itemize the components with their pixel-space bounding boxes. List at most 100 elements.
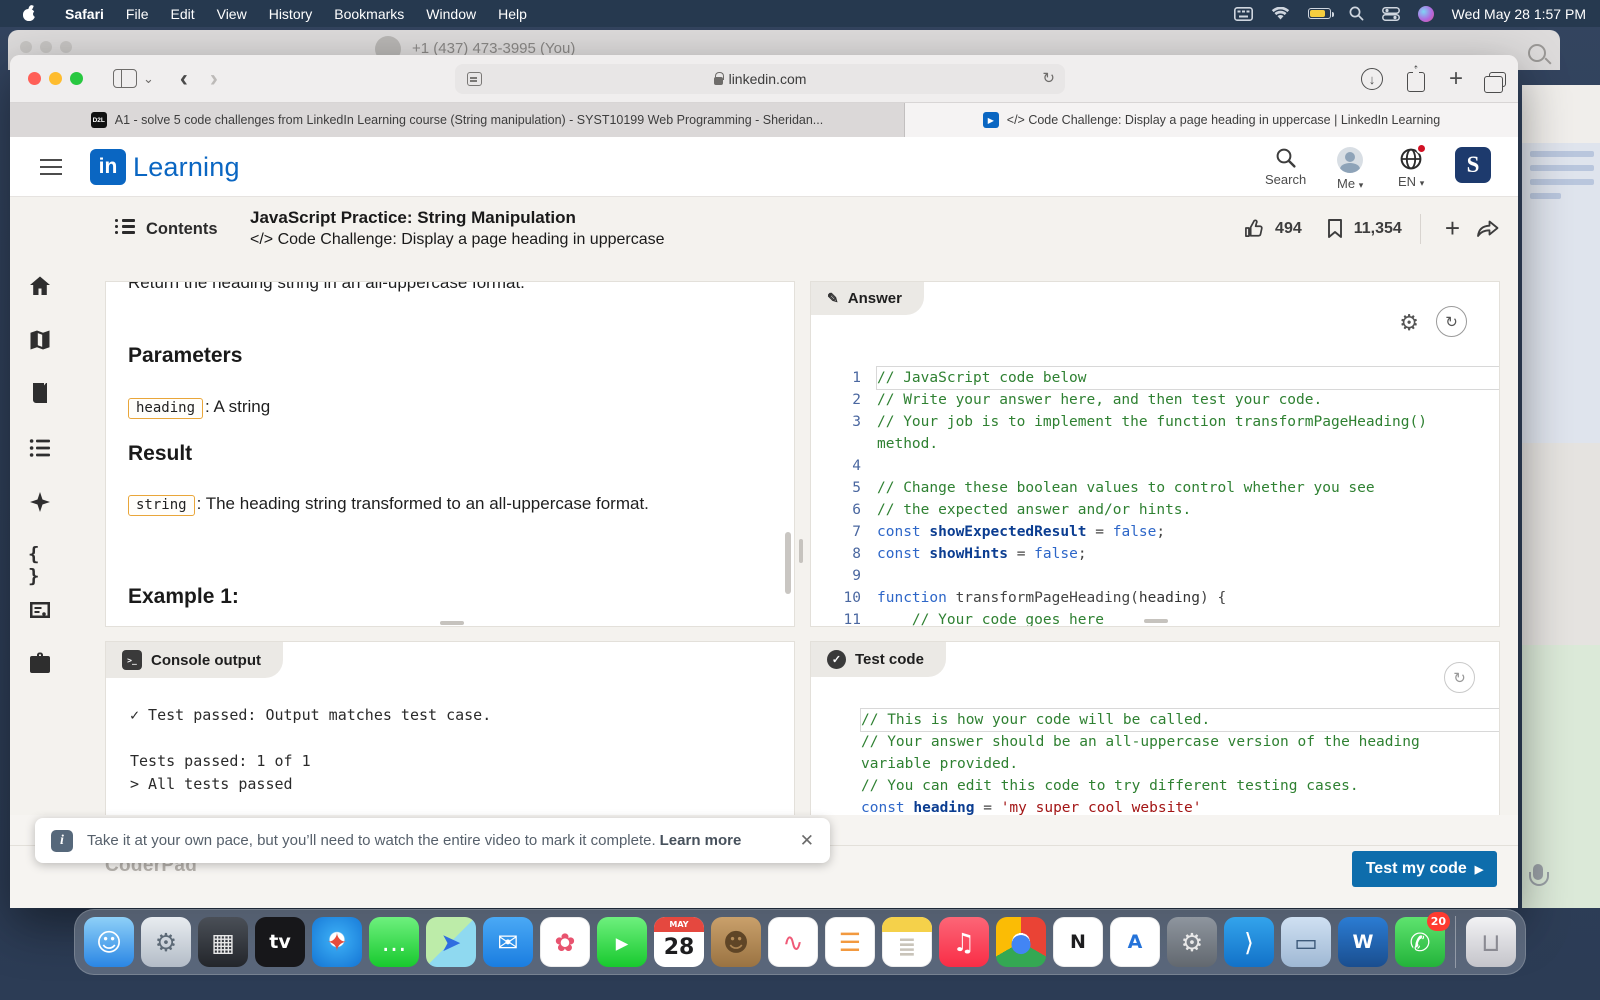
challenge-description-panel[interactable]: Return the heading string in an all-uppe…: [105, 281, 795, 627]
wifi-icon[interactable]: [1271, 7, 1290, 21]
close-icon[interactable]: ✕: [800, 831, 814, 851]
dock-icon-utility-app[interactable]: ⚙: [141, 917, 191, 967]
code-line: 11 // Your code goes here: [811, 609, 1499, 627]
result-heading: Result: [128, 442, 192, 466]
dock-icon-screen-share[interactable]: ▭: [1281, 917, 1331, 967]
menu-item-view[interactable]: View: [206, 6, 258, 22]
sparkle-icon[interactable]: [28, 490, 52, 514]
test-code-panel[interactable]: ✓ Test code ↻ // This is how your code w…: [810, 641, 1500, 815]
test-code-editor[interactable]: // This is how your code will be called.…: [811, 709, 1499, 815]
menu-item-safari[interactable]: Safari: [54, 6, 115, 22]
list-icon[interactable]: [28, 436, 52, 460]
dock-icon-mail[interactable]: ✉: [483, 917, 533, 967]
spotlight-icon[interactable]: [1349, 6, 1364, 21]
answer-editor-panel[interactable]: ✎ Answer ⚙ ↻ 1// JavaScript code below2/…: [810, 281, 1500, 627]
dock-icon-finder[interactable]: ☺: [84, 917, 134, 967]
dock-icon-apple-tv[interactable]: tv: [255, 917, 305, 967]
page-settings-icon[interactable]: [467, 72, 482, 86]
dock-icon-photos[interactable]: ✿: [540, 917, 590, 967]
share-button[interactable]: [1407, 72, 1425, 92]
code-braces-icon[interactable]: { }: [28, 543, 52, 567]
back-button[interactable]: ‹: [180, 67, 188, 91]
close-window-button[interactable]: [28, 72, 41, 85]
header-me-menu[interactable]: Me ▾: [1337, 147, 1363, 191]
dock-icon-whatsapp[interactable]: ✆20: [1395, 917, 1445, 967]
map-icon[interactable]: [28, 328, 52, 352]
panel-resize-grip[interactable]: [1144, 619, 1168, 623]
dock-icon-facetime[interactable]: ▸: [597, 917, 647, 967]
header-search[interactable]: Search: [1265, 147, 1306, 187]
briefcase-icon[interactable]: [28, 651, 52, 675]
input-source-icon[interactable]: [1234, 7, 1253, 21]
dock-icon-freeform[interactable]: ∿: [768, 917, 818, 967]
sidebar-chevron-icon[interactable]: ⌄: [143, 71, 154, 87]
dock-icon-contacts[interactable]: ☻: [711, 917, 761, 967]
scrollbar-thumb[interactable]: [785, 532, 791, 594]
dock-icon-safari[interactable]: ✦: [312, 917, 362, 967]
menu-item-edit[interactable]: Edit: [159, 6, 205, 22]
control-center-icon[interactable]: [1382, 7, 1400, 21]
dock-icon-reminders[interactable]: ☰: [825, 917, 875, 967]
settings-gear-icon[interactable]: ⚙: [1399, 310, 1419, 336]
book-icon[interactable]: [28, 381, 52, 405]
linkedin-learning-logo[interactable]: in Learning: [90, 149, 240, 185]
dock-icon-trash[interactable]: ⊔: [1466, 917, 1516, 967]
contents-label[interactable]: Contents: [146, 220, 218, 239]
reload-icon[interactable]: ↻: [1042, 69, 1055, 87]
bookmark-icon[interactable]: [1326, 218, 1344, 239]
new-tab-button[interactable]: +: [1449, 65, 1463, 93]
column-resize-grip[interactable]: [799, 539, 803, 563]
line-number: 7: [811, 521, 877, 543]
header-language-menu[interactable]: EN ▾: [1398, 147, 1424, 189]
menu-item-window[interactable]: Window: [415, 6, 487, 22]
dock-icon-notes[interactable]: ≣: [882, 917, 932, 967]
minimize-window-button[interactable]: [49, 72, 62, 85]
panel-resize-grip[interactable]: [440, 621, 464, 625]
reset-test-code-button[interactable]: ↻: [1444, 662, 1475, 693]
address-bar[interactable]: linkedin.com ↻: [455, 64, 1065, 94]
dock-icon-launchpad[interactable]: ▦: [198, 917, 248, 967]
console-line: [130, 727, 491, 750]
tab-d2l[interactable]: D2L A1 - solve 5 code challenges from Li…: [10, 103, 905, 137]
window-controls[interactable]: [28, 72, 83, 85]
tab-overview-button[interactable]: [1489, 72, 1506, 87]
menu-item-history[interactable]: History: [258, 6, 324, 22]
sidebar-toggle-icon[interactable]: [113, 69, 137, 88]
forward-button[interactable]: ›: [210, 67, 218, 91]
dock-icon-calendar[interactable]: MAY28: [654, 917, 704, 967]
console-output-panel[interactable]: >_ Console output ✓ Test passed: Output …: [105, 641, 795, 815]
menu-item-help[interactable]: Help: [487, 6, 538, 22]
hamburger-menu-icon[interactable]: [40, 159, 62, 175]
dock-icon-word[interactable]: W: [1338, 917, 1388, 967]
like-icon[interactable]: [1244, 218, 1265, 239]
apple-menu-icon[interactable]: [22, 6, 36, 21]
add-button[interactable]: +: [1445, 213, 1460, 244]
tab-linkedin-learning[interactable]: ▶ </> Code Challenge: Display a page hea…: [905, 103, 1518, 137]
dock-icon-system-settings[interactable]: ⚙: [1167, 917, 1217, 967]
dock-icon-music[interactable]: ♫: [939, 917, 989, 967]
menu-item-file[interactable]: File: [115, 6, 160, 22]
downloads-button[interactable]: ↓: [1361, 68, 1383, 90]
home-icon[interactable]: [28, 274, 52, 298]
contents-list-icon[interactable]: [115, 219, 135, 237]
test-my-code-button[interactable]: Test my code ▶: [1352, 851, 1497, 887]
siri-icon[interactable]: [1418, 6, 1434, 22]
menu-item-bookmarks[interactable]: Bookmarks: [323, 6, 415, 22]
dock-icon-vscode[interactable]: ⟩: [1224, 917, 1274, 967]
dock-icon-chrome[interactable]: ●: [996, 917, 1046, 967]
answer-tab[interactable]: ✎ Answer: [811, 282, 924, 315]
sheridan-logo[interactable]: S: [1455, 147, 1491, 183]
dock-icon-messages[interactable]: …: [369, 917, 419, 967]
reset-code-button[interactable]: ↻: [1436, 306, 1467, 337]
learn-more-link[interactable]: Learn more: [660, 832, 742, 849]
zoom-window-button[interactable]: [70, 72, 83, 85]
dock-icon-notion[interactable]: N: [1053, 917, 1103, 967]
certificate-icon[interactable]: [28, 598, 52, 622]
share-arrow-icon[interactable]: [1476, 218, 1500, 239]
console-output-tab[interactable]: >_ Console output: [106, 642, 283, 678]
answer-code-editor[interactable]: 1// JavaScript code below2// Write your …: [811, 367, 1499, 627]
dock-icon-maps[interactable]: ➤: [426, 917, 476, 967]
dock-icon-a-app[interactable]: A: [1110, 917, 1160, 967]
test-code-tab[interactable]: ✓ Test code: [811, 642, 946, 677]
battery-icon[interactable]: [1308, 8, 1331, 19]
